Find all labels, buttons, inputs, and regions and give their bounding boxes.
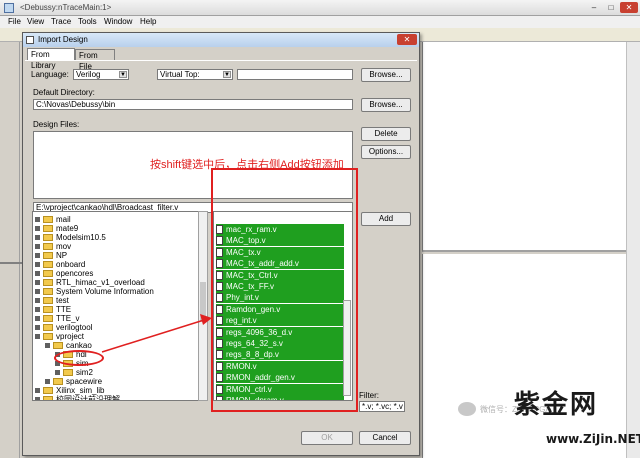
folder-icon bbox=[43, 270, 53, 277]
folder-icon bbox=[43, 387, 53, 394]
collapse-icon[interactable] bbox=[45, 343, 50, 348]
menu-view[interactable]: View bbox=[27, 17, 44, 26]
tree-item-label: 校园设计前沿理解 bbox=[56, 395, 120, 401]
expand-icon[interactable] bbox=[35, 253, 40, 258]
virtual-top-value: Virtual Top: bbox=[160, 70, 200, 79]
menu-file[interactable]: File bbox=[8, 17, 21, 26]
left-panel bbox=[0, 42, 20, 458]
language-select[interactable]: Verilog ▼ bbox=[73, 69, 129, 80]
menu-trace[interactable]: Trace bbox=[51, 17, 71, 26]
browse-button[interactable]: Browse... bbox=[361, 68, 411, 82]
folder-icon bbox=[43, 288, 53, 295]
filter-select[interactable]: *.v; *.vc; *.v bbox=[359, 401, 405, 412]
parent-window-title: <Debussy:nTraceMain:1> bbox=[20, 3, 112, 12]
folder-icon bbox=[43, 297, 53, 304]
expand-icon[interactable] bbox=[55, 370, 60, 375]
design-files-label: Design Files: bbox=[33, 120, 80, 129]
tab-from-library[interactable]: From Library bbox=[27, 48, 75, 70]
minimize-button[interactable]: – bbox=[586, 2, 602, 13]
folder-icon bbox=[53, 342, 63, 349]
chevron-down-icon: ▼ bbox=[119, 71, 127, 78]
dialog-title: Import Design bbox=[38, 35, 88, 44]
wechat-icon bbox=[458, 402, 476, 416]
options-button[interactable]: Options... bbox=[361, 145, 411, 159]
folder-icon bbox=[43, 234, 53, 241]
language-value: Verilog bbox=[76, 70, 101, 79]
virtual-top-field[interactable] bbox=[237, 69, 353, 80]
folder-icon bbox=[43, 306, 53, 313]
expand-icon[interactable] bbox=[35, 397, 40, 400]
cancel-button[interactable]: Cancel bbox=[359, 431, 411, 445]
annotation-text: 按shift键选中后，点击右侧Add按钮添加 bbox=[150, 159, 344, 171]
directory-tree[interactable]: mail mate9 Modelsim10.5 mov NP onboard opencor… bbox=[32, 211, 208, 401]
expand-icon[interactable] bbox=[35, 325, 40, 330]
expand-icon[interactable] bbox=[35, 226, 40, 231]
parent-titlebar: <Debussy:nTraceMain:1> – □ ✕ bbox=[0, 0, 640, 16]
chevron-down-icon: ▼ bbox=[223, 71, 231, 78]
expand-icon[interactable] bbox=[35, 262, 40, 267]
annotation-highlight-box bbox=[211, 168, 358, 412]
folder-icon bbox=[43, 315, 53, 322]
vertical-scrollbar[interactable] bbox=[626, 42, 640, 458]
expand-icon[interactable] bbox=[35, 235, 40, 240]
delete-button[interactable]: Delete bbox=[361, 127, 411, 141]
folder-icon bbox=[43, 216, 53, 223]
expand-icon[interactable] bbox=[35, 271, 40, 276]
folder-icon bbox=[53, 378, 63, 385]
message-panel bbox=[422, 254, 640, 458]
expand-icon[interactable] bbox=[35, 217, 40, 222]
expand-icon[interactable] bbox=[35, 316, 40, 321]
menu-tools[interactable]: Tools bbox=[78, 17, 97, 26]
dialog-close-button[interactable]: ✕ bbox=[397, 34, 417, 45]
folder-icon bbox=[43, 396, 53, 400]
folder-icon bbox=[43, 225, 53, 232]
tree-item-label: System Volume Information bbox=[56, 287, 154, 296]
default-dir-label: Default Directory: bbox=[33, 88, 95, 97]
watermark-logo: 紫金网 bbox=[514, 390, 599, 420]
collapse-icon[interactable] bbox=[35, 334, 40, 339]
expand-icon[interactable] bbox=[35, 280, 40, 285]
menu-bar: File View Trace Tools Window Help bbox=[0, 16, 640, 28]
close-button[interactable]: ✕ bbox=[620, 2, 638, 13]
folder-icon bbox=[43, 243, 53, 250]
add-button[interactable]: Add bbox=[361, 212, 411, 226]
filter-value: *.v; *.vc; *.v bbox=[362, 402, 403, 411]
tree-scrollbar-thumb[interactable] bbox=[200, 282, 206, 322]
expand-icon[interactable] bbox=[35, 388, 40, 393]
menu-help[interactable]: Help bbox=[140, 17, 156, 26]
menu-window[interactable]: Window bbox=[104, 17, 132, 26]
ok-button[interactable]: OK bbox=[301, 431, 353, 445]
browse-dir-button[interactable]: Browse... bbox=[361, 98, 411, 112]
expand-icon[interactable] bbox=[35, 244, 40, 249]
expand-icon[interactable] bbox=[35, 307, 40, 312]
tree-scrollbar[interactable] bbox=[198, 211, 208, 401]
folder-icon bbox=[43, 252, 53, 259]
expand-icon[interactable] bbox=[45, 379, 50, 384]
dialog-icon bbox=[26, 36, 34, 44]
watermark-url: www.ZiJin.NET bbox=[546, 432, 640, 446]
panel-divider[interactable] bbox=[0, 262, 22, 264]
expand-icon[interactable] bbox=[35, 289, 40, 294]
maximize-button[interactable]: □ bbox=[603, 2, 619, 13]
source-view-panel bbox=[422, 42, 640, 252]
expand-icon[interactable] bbox=[35, 298, 40, 303]
filter-label: Filter: bbox=[359, 391, 379, 400]
virtual-top-select[interactable]: Virtual Top: ▼ bbox=[157, 69, 233, 80]
language-label: Language: bbox=[31, 70, 69, 79]
folder-icon bbox=[43, 261, 53, 268]
annotation-circle bbox=[54, 350, 104, 366]
dialog-titlebar: Import Design ✕ bbox=[23, 33, 419, 47]
folder-icon bbox=[43, 324, 53, 331]
folder-icon bbox=[63, 369, 73, 376]
folder-icon bbox=[43, 333, 53, 340]
default-dir-field[interactable]: C:\Novas\Debussy\bin bbox=[33, 99, 353, 110]
app-icon bbox=[4, 3, 14, 13]
folder-icon bbox=[43, 279, 53, 286]
